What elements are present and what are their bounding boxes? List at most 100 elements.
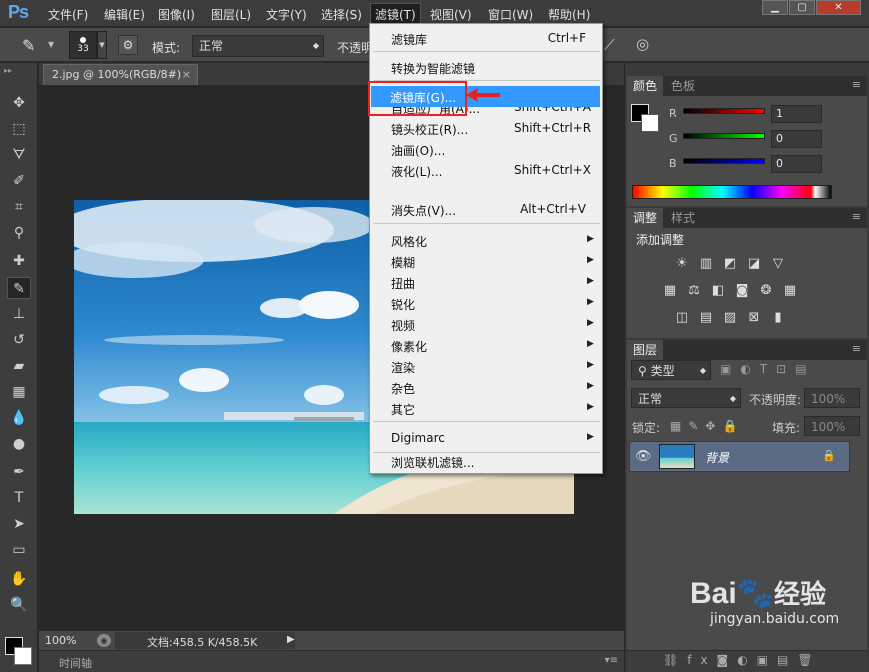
menu-item-digimarc[interactable]: Digimarc bbox=[391, 431, 445, 445]
menu-item-vanishing-point[interactable]: 消失点(V)... bbox=[391, 202, 456, 219]
blend-mode-select[interactable]: 正常 ◆ bbox=[631, 388, 741, 408]
brush-panel-icon[interactable]: ⚙ bbox=[118, 35, 138, 55]
eye-icon[interactable]: 👁 bbox=[635, 449, 652, 464]
black-white-icon[interactable]: ◧ bbox=[709, 282, 727, 300]
menu-layer[interactable]: 图层(L) bbox=[211, 6, 251, 23]
share-icon[interactable]: ◉ bbox=[97, 634, 111, 647]
dodge-tool-icon[interactable]: ● bbox=[7, 433, 31, 455]
chevron-down-icon[interactable]: ▼ bbox=[48, 40, 54, 49]
layer-footer-icons[interactable]: ⛓fx◙◐▣▤🗑 bbox=[663, 653, 822, 667]
panel-menu-icon[interactable]: ≡ bbox=[852, 78, 861, 91]
tab-swatches[interactable]: 色板 bbox=[665, 76, 701, 96]
menu-item-pixelate[interactable]: 像素化 bbox=[391, 338, 427, 355]
tab-adjustments[interactable]: 调整 bbox=[627, 208, 664, 228]
levels-icon[interactable]: ▥ bbox=[697, 255, 715, 273]
green-value[interactable]: 0 bbox=[771, 130, 822, 148]
collapse-icon[interactable]: ▸▸ bbox=[4, 66, 12, 75]
red-value[interactable]: 1 bbox=[771, 105, 822, 123]
menu-item-noise[interactable]: 杂色 bbox=[391, 380, 415, 397]
menu-help[interactable]: 帮助(H) bbox=[548, 6, 590, 23]
panel-menu-icon[interactable]: ≡ bbox=[852, 210, 861, 223]
tab-layers[interactable]: 图层 bbox=[627, 340, 664, 360]
brush-dropdown-arrow[interactable]: ▼ bbox=[97, 31, 107, 59]
background-color-swatch[interactable] bbox=[641, 114, 659, 132]
status-menu-arrow-icon[interactable]: ▶ bbox=[287, 634, 295, 645]
menu-item-last-filter[interactable]: 滤镜库 bbox=[391, 31, 427, 48]
layer-kind-filter[interactable]: ⚲ 类型 ◆ bbox=[631, 360, 711, 380]
color-lookup-icon[interactable]: ▦ bbox=[781, 282, 799, 300]
color-balance-icon[interactable]: ⚖ bbox=[685, 282, 703, 300]
brush-preset-picker[interactable]: 33 bbox=[69, 31, 97, 59]
layer-opacity-field[interactable]: 100% bbox=[804, 388, 860, 408]
brush-tool-icon[interactable]: ✎ bbox=[7, 277, 31, 299]
menu-filter[interactable]: 滤镜(T) bbox=[370, 3, 421, 25]
threshold-icon[interactable]: ▨ bbox=[721, 309, 739, 327]
eyedropper-tool-icon[interactable]: ⚲ bbox=[7, 222, 31, 244]
pen-tool-icon[interactable]: ✒ bbox=[7, 461, 31, 483]
menu-item-render[interactable]: 渲染 bbox=[391, 359, 415, 376]
posterize-icon[interactable]: ▤ bbox=[697, 309, 715, 327]
menu-item-sharpen[interactable]: 锐化 bbox=[391, 296, 415, 313]
minimize-icon[interactable]: ▁ bbox=[762, 0, 788, 15]
history-brush-tool-icon[interactable]: ↺ bbox=[7, 329, 31, 351]
close-icon[interactable]: ✕ bbox=[816, 0, 861, 15]
menu-item-distort[interactable]: 扭曲 bbox=[391, 275, 415, 292]
document-tab[interactable]: 2.jpg @ 100%(RGB/8#) × bbox=[43, 64, 198, 85]
marquee-tool-icon[interactable]: ⬚ bbox=[7, 118, 31, 140]
blur-tool-icon[interactable]: 💧 bbox=[7, 407, 31, 429]
selective-color-icon[interactable]: ⊠ bbox=[745, 309, 763, 327]
menu-select[interactable]: 选择(S) bbox=[321, 6, 362, 23]
panel-menu-icon[interactable]: ≡ bbox=[852, 342, 861, 355]
clone-stamp-tool-icon[interactable]: ⊥ bbox=[7, 303, 31, 325]
blue-value[interactable]: 0 bbox=[771, 155, 822, 173]
menu-item-lens-correction[interactable]: 镜头校正(R)... bbox=[391, 121, 468, 138]
type-tool-icon[interactable]: T bbox=[7, 487, 31, 509]
lasso-tool-icon[interactable]: ᗊ bbox=[7, 144, 31, 166]
pressure-size-icon[interactable]: ◎ bbox=[636, 35, 649, 53]
maximize-icon[interactable]: ▢ bbox=[789, 0, 815, 15]
close-tab-icon[interactable]: × bbox=[182, 65, 191, 84]
red-slider[interactable] bbox=[683, 108, 765, 114]
menu-type[interactable]: 文字(Y) bbox=[266, 6, 307, 23]
tab-styles[interactable]: 样式 bbox=[665, 208, 701, 228]
layer-name[interactable]: 背景 bbox=[705, 449, 729, 466]
mode-select[interactable]: 正常 ◆ bbox=[192, 35, 324, 57]
zoom-level[interactable]: 100% bbox=[45, 634, 76, 647]
invert-icon[interactable]: ◫ bbox=[673, 309, 691, 327]
menu-image[interactable]: 图像(I) bbox=[158, 6, 195, 23]
blue-slider[interactable] bbox=[683, 158, 765, 164]
photo-filter-icon[interactable]: ◙ bbox=[733, 282, 751, 300]
gradient-tool-icon[interactable]: ▦ bbox=[7, 381, 31, 403]
curves-icon[interactable]: ◩ bbox=[721, 255, 739, 273]
path-select-tool-icon[interactable]: ➤ bbox=[7, 513, 31, 535]
panel-menu-icon[interactable]: ▾≡ bbox=[605, 655, 618, 666]
background-color-swatch[interactable] bbox=[14, 647, 32, 665]
menu-item-blur[interactable]: 模糊 bbox=[391, 254, 415, 271]
timeline-label[interactable]: 时间轴 bbox=[59, 655, 92, 671]
fill-field[interactable]: 100% bbox=[804, 416, 860, 436]
lock-icons[interactable]: ▦✎✥🔒 bbox=[670, 419, 744, 433]
menu-edit[interactable]: 编辑(E) bbox=[104, 6, 145, 23]
menu-item-stylize[interactable]: 风格化 bbox=[391, 233, 427, 250]
menu-item-video[interactable]: 视频 bbox=[391, 317, 415, 334]
tab-color[interactable]: 颜色 bbox=[627, 76, 664, 96]
airbrush-icon[interactable]: ⟋ bbox=[604, 36, 615, 54]
vibrance-icon[interactable]: ▽ bbox=[769, 255, 787, 273]
menu-item-liquify[interactable]: 液化(L)... bbox=[391, 163, 443, 180]
brightness-icon[interactable]: ☀ bbox=[673, 255, 691, 273]
zoom-tool-icon[interactable]: 🔍 bbox=[7, 594, 31, 616]
menu-view[interactable]: 视图(V) bbox=[430, 6, 472, 23]
eraser-tool-icon[interactable]: ▰ bbox=[7, 355, 31, 377]
channel-mixer-icon[interactable]: ❂ bbox=[757, 282, 775, 300]
green-slider[interactable] bbox=[683, 133, 765, 139]
gradient-map-icon[interactable]: ▮ bbox=[769, 309, 787, 327]
hand-tool-icon[interactable]: ✋ bbox=[7, 568, 31, 590]
menu-item-convert-smart-filters[interactable]: 转换为智能滤镜 bbox=[391, 60, 475, 77]
exposure-icon[interactable]: ◪ bbox=[745, 255, 763, 273]
menu-item-browse-filters-online[interactable]: 浏览联机滤镜... bbox=[391, 454, 474, 471]
layer-filter-icons[interactable]: ▣◐T⊡▤ bbox=[720, 362, 816, 376]
quick-select-tool-icon[interactable]: ✐ bbox=[7, 170, 31, 192]
menu-item-other[interactable]: 其它 bbox=[391, 401, 415, 418]
crop-tool-icon[interactable]: ⌗ bbox=[7, 196, 31, 218]
menu-item-oil-paint[interactable]: 油画(O)... bbox=[391, 142, 445, 159]
